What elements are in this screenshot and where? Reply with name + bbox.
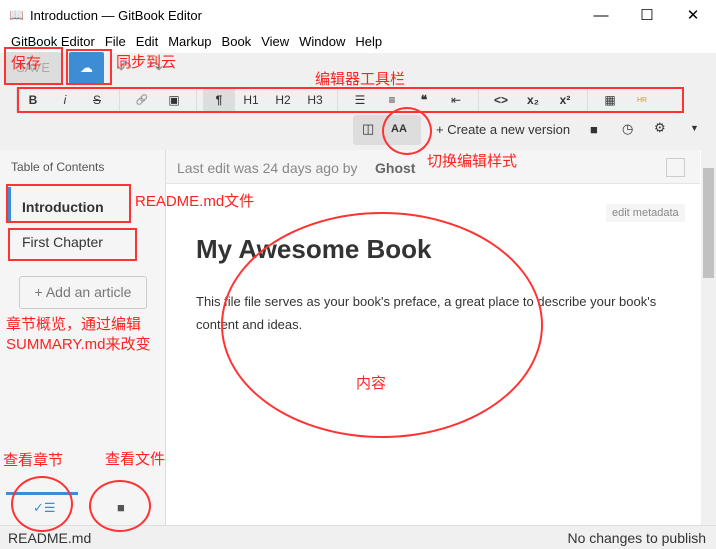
annotation-box: [66, 49, 112, 85]
author-name: Ghost: [375, 160, 416, 176]
history-icon[interactable]: ◷: [622, 121, 633, 137]
maximize-button[interactable]: ☐: [624, 4, 670, 28]
annotation-label: 查看章节: [3, 452, 64, 469]
close-button[interactable]: ✕: [670, 4, 716, 28]
book-icon: 📖: [9, 8, 24, 22]
toc-heading: Table of Contents: [11, 160, 105, 174]
annotation-box: [6, 184, 131, 223]
gear-icon[interactable]: ⚙: [654, 120, 666, 136]
annotation-label: 内容: [356, 375, 387, 392]
annotation-circle: [11, 476, 73, 532]
annotation-circle: [89, 480, 151, 532]
scrollbar[interactable]: [701, 150, 716, 525]
menu-markup[interactable]: Markup: [163, 31, 216, 53]
avatar: [666, 158, 685, 177]
dropdown-icon[interactable]: ▼: [690, 123, 699, 133]
annotation-label: 编辑器工具栏: [315, 71, 406, 88]
annotation-label: README.md文件: [135, 193, 255, 210]
menu-help[interactable]: Help: [350, 31, 387, 53]
scrollbar-thumb[interactable]: [703, 168, 714, 278]
add-article-label: Add an article: [45, 284, 132, 300]
folder-icon[interactable]: ■: [590, 122, 598, 137]
window-title: Introduction — GitBook Editor: [30, 8, 202, 23]
menu-edit[interactable]: Edit: [131, 31, 163, 53]
annotation-label: 保存: [11, 55, 42, 72]
create-version-button[interactable]: + Create a new version: [436, 122, 570, 137]
publish-status: No changes to publish: [567, 530, 706, 546]
title-bar: 📖 Introduction — GitBook Editor — ☐ ✕: [0, 0, 716, 31]
current-file: README.md: [8, 530, 92, 546]
minimize-button[interactable]: —: [578, 4, 624, 28]
create-version-label: Create a new version: [447, 122, 571, 137]
annotation-box: [17, 87, 684, 113]
add-article-button[interactable]: + Add an article: [19, 276, 147, 309]
menu-book[interactable]: Book: [217, 31, 257, 53]
last-edit-text: Last edit was 24 days ago by: [177, 160, 358, 176]
edit-metadata-button[interactable]: edit metadata: [606, 204, 685, 222]
annotation-label: 同步到云: [116, 54, 177, 71]
menu-view[interactable]: View: [256, 31, 294, 53]
annotation-circle: [221, 212, 543, 438]
annotation-box: [8, 228, 137, 261]
annotation-label: 查看文件: [105, 451, 166, 468]
split-view-icon[interactable]: ◫: [362, 121, 374, 137]
menu-window[interactable]: Window: [294, 31, 350, 53]
annotation-label: SUMMARY.md来改变: [6, 336, 151, 353]
annotation-label: 切换编辑样式: [427, 153, 518, 170]
annotation-label: 章节概览，通过编辑: [6, 316, 142, 333]
annotation-circle: [382, 107, 432, 155]
